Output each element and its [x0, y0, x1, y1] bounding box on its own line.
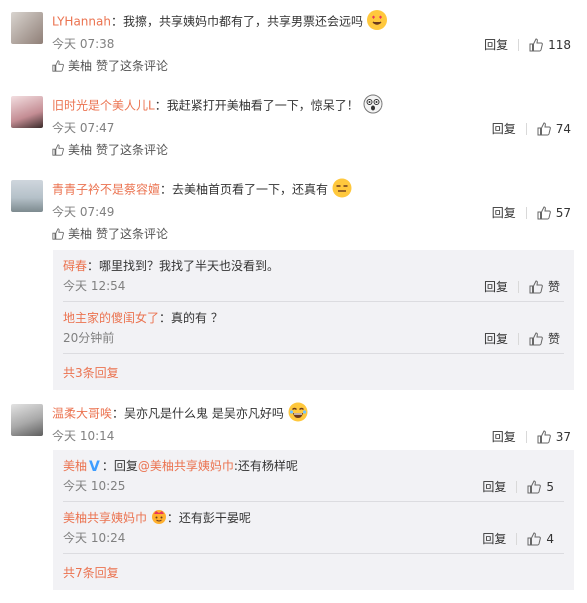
- divider: [525, 122, 527, 135]
- reply-time: 今天 12:54: [63, 279, 126, 293]
- reply-item: 美柚共享姨妈巾 ：还有彭干晏呢 今天 10:24 回复 4: [63, 502, 564, 554]
- reply-button[interactable]: 回复: [484, 278, 508, 295]
- comment-username[interactable]: 温柔大哥唉: [52, 407, 112, 421]
- like-button[interactable]: 5: [527, 480, 554, 494]
- comment-username[interactable]: 青青子衿不是蔡容嬗: [52, 183, 160, 197]
- reply-text: ：真的有 ？: [159, 311, 223, 325]
- like-count: 5: [546, 479, 554, 494]
- liked-by-user[interactable]: 美柚: [68, 225, 92, 242]
- comment-username[interactable]: 旧时光是个美人儿L: [52, 99, 155, 113]
- avatar[interactable]: [11, 96, 43, 128]
- like-count: 37: [555, 429, 571, 444]
- like-count: 57: [555, 205, 571, 220]
- like-button[interactable]: 赞: [529, 330, 560, 347]
- divider: [525, 206, 527, 219]
- heart-eyes-emoji-icon: [366, 10, 387, 30]
- reply-button[interactable]: 回复: [482, 530, 506, 547]
- like-button[interactable]: 74: [537, 122, 571, 136]
- thumbs-up-icon: [529, 279, 543, 293]
- reply-username[interactable]: 碍春: [63, 259, 87, 273]
- liked-by: 美柚 赞了这条评论: [52, 57, 168, 74]
- shocked-emoji-icon: [363, 94, 383, 114]
- reply-button[interactable]: 回复: [492, 204, 516, 221]
- divider: [516, 480, 518, 493]
- thumbs-up-icon: [537, 121, 551, 135]
- comment-time: 今天 07:49: [52, 205, 115, 219]
- reply-button[interactable]: 回复: [492, 428, 516, 445]
- divider: [516, 532, 518, 545]
- reply-button[interactable]: 回复: [484, 330, 508, 347]
- thumbs-up-icon: [529, 37, 543, 51]
- thumbs-up-icon: [52, 227, 64, 240]
- like-button[interactable]: 57: [537, 206, 571, 220]
- avatar[interactable]: [11, 180, 43, 212]
- reply-prefix: ：回复: [101, 459, 138, 473]
- reply-item: 碍春：哪里找到？我找了半天也没看到。 今天 12:54 回复 赞: [63, 250, 564, 302]
- divider: [63, 553, 564, 554]
- comment-username[interactable]: LYHannah: [52, 15, 111, 29]
- thumbs-up-icon: [537, 429, 551, 443]
- thumbs-up-icon: [537, 205, 551, 219]
- divider: [63, 353, 564, 354]
- smirk-emoji-icon: [332, 178, 352, 198]
- liked-by-text: 赞了这条评论: [96, 227, 169, 241]
- divider: [517, 332, 519, 345]
- thumbs-up-icon: [527, 479, 542, 493]
- liked-by-text: 赞了这条评论: [96, 143, 169, 157]
- reply-username[interactable]: 地主家的傻闺女了: [63, 311, 159, 325]
- avatar[interactable]: [11, 404, 43, 436]
- like-label: 赞: [547, 280, 560, 294]
- like-button[interactable]: 赞: [529, 278, 560, 295]
- like-label: 赞: [547, 332, 560, 346]
- liked-by: 美柚 赞了这条评论: [52, 141, 168, 158]
- reply-time: 今天 10:24: [63, 531, 126, 545]
- reply-username[interactable]: 美柚共享姨妈巾: [63, 511, 147, 525]
- reply-username[interactable]: 美柚: [63, 459, 87, 473]
- comment-text: ：去美柚首页看了一下，还真有: [160, 182, 329, 197]
- reply-text: ：还有彭干晏呢: [166, 511, 251, 525]
- like-count: 118: [548, 37, 571, 52]
- liked-by-user[interactable]: 美柚: [68, 57, 92, 74]
- like-count: 4: [546, 531, 554, 546]
- reply-text: ：哪里找到？我找了半天也没看到。: [87, 259, 280, 273]
- user-badge-icon: [151, 509, 167, 525]
- mention-link[interactable]: @美柚共享姨妈巾: [138, 459, 234, 473]
- divider: [517, 280, 519, 293]
- liked-by-user[interactable]: 美柚: [68, 141, 92, 158]
- comment-text: ：我擦，共享姨妈巾都有了，共享男票还会远吗: [110, 14, 363, 29]
- like-button[interactable]: 118: [529, 38, 571, 52]
- reply-text: :还有杨样呢: [233, 459, 298, 473]
- more-replies-link[interactable]: 共7条回复: [63, 565, 119, 581]
- liked-by: 美柚 赞了这条评论: [52, 225, 168, 242]
- reply-list: 美柚 V ：回复@美柚共享姨妈巾:还有杨样呢 今天 10:25 回复 5 美柚共享姨…: [53, 450, 574, 590]
- comment-text: ：吴亦凡是什么鬼 是吴亦凡好吗: [112, 406, 284, 421]
- reply-button[interactable]: 回复: [484, 36, 508, 53]
- verified-v-icon: V: [89, 458, 100, 475]
- comment-time: 今天 10:14: [52, 429, 115, 443]
- more-replies-link[interactable]: 共3条回复: [63, 365, 119, 381]
- reply-time: 20分钟前: [63, 331, 115, 345]
- reply-button[interactable]: 回复: [492, 120, 516, 137]
- like-button[interactable]: 4: [527, 532, 554, 546]
- comment-text: ：我赶紧打开美柚看了一下，惊呆了！: [154, 98, 359, 113]
- comment-time: 今天 07:38: [52, 37, 115, 51]
- reply-item: 美柚 V ：回复@美柚共享姨妈巾:还有杨样呢 今天 10:25 回复 5: [63, 450, 564, 502]
- thumbs-up-icon: [529, 331, 543, 345]
- reply-button[interactable]: 回复: [482, 478, 506, 495]
- reply-list: 碍春：哪里找到？我找了半天也没看到。 今天 12:54 回复 赞 地主家的傻闺女…: [53, 250, 574, 390]
- divider: [525, 430, 527, 443]
- thumbs-up-icon: [527, 531, 542, 545]
- comment-time: 今天 07:47: [52, 121, 115, 135]
- thumbs-up-icon: [52, 143, 64, 156]
- liked-by-text: 赞了这条评论: [96, 59, 169, 73]
- like-count: 74: [555, 121, 571, 136]
- reply-item: 地主家的傻闺女了：真的有 ？ 20分钟前 回复 赞: [63, 302, 564, 354]
- avatar[interactable]: [11, 12, 43, 44]
- divider: [518, 38, 520, 51]
- thumbs-up-icon: [52, 59, 64, 72]
- reply-time: 今天 10:25: [63, 479, 126, 493]
- like-button[interactable]: 37: [537, 430, 571, 444]
- laughing-emoji-icon: [288, 402, 308, 422]
